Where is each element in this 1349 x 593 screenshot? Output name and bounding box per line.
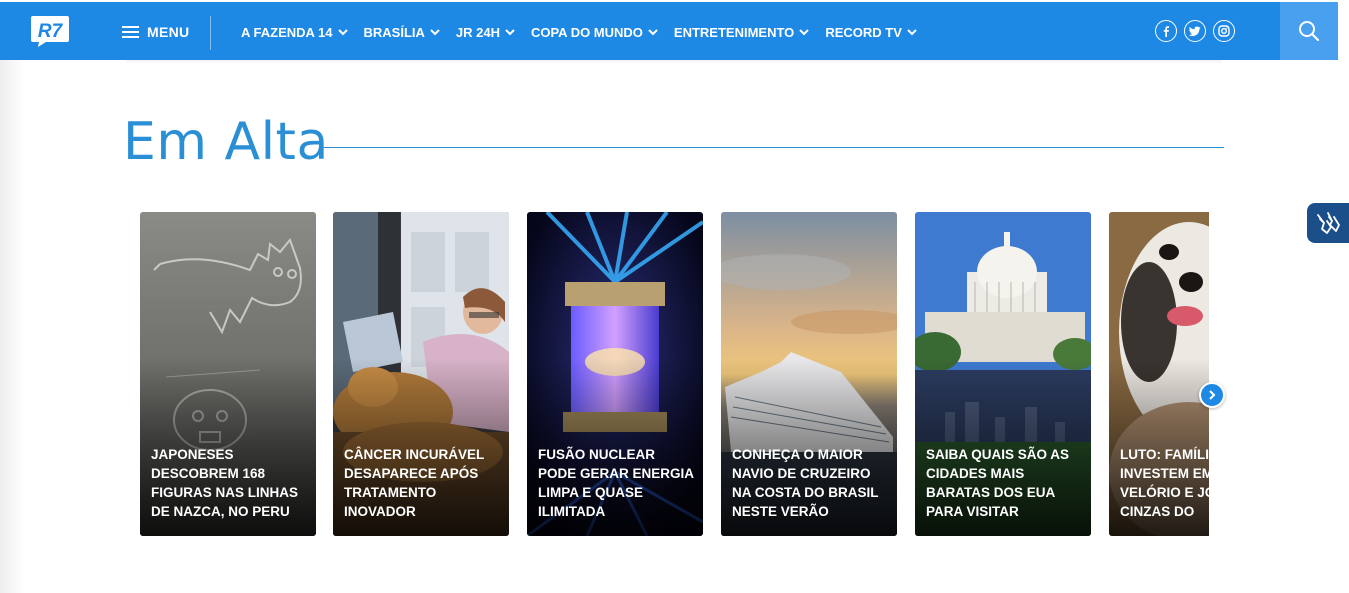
nav-item-label: RECORD TV: [825, 24, 902, 40]
sign-language-hands-icon: [1317, 212, 1340, 234]
nav-item-label: COPA DO MUNDO: [530, 24, 643, 40]
news-card-cancer[interactable]: CÂNCER INCURÁVEL DESAPARECE APÓS TRATAME…: [333, 212, 509, 536]
card-caption: SAIBA QUAIS SÃO AS CIDADES MAIS BARATAS …: [926, 447, 1070, 519]
search-button[interactable]: [1280, 2, 1338, 60]
card-caption: FUSÃO NUCLEAR PODE GERAR ENERGIA LIMPA E…: [538, 447, 694, 519]
card-caption: CONHEÇA O MAIOR NAVIO DE CRUZEIRO NA COS…: [732, 447, 879, 519]
news-card-luto[interactable]: LUTO: FAMÍLIA INVESTEM EM VELÓRIO E JOIA…: [1109, 212, 1209, 536]
search-icon: [1299, 21, 1320, 42]
card-caption: JAPONESES DESCOBREM 168 FIGURAS NAS LINH…: [151, 447, 299, 519]
hamburger-icon: [122, 26, 139, 38]
card-caption: CÂNCER INCURÁVEL DESAPARECE APÓS TRATAME…: [344, 447, 485, 519]
news-card-cruise[interactable]: CONHEÇA O MAIOR NAVIO DE CRUZEIRO NA COS…: [721, 212, 897, 536]
chevron-down-icon: [648, 28, 658, 35]
twitter-icon: [1189, 26, 1201, 37]
page-left-shade: [0, 60, 24, 593]
social-links: [1155, 20, 1242, 42]
carousel-next-button[interactable]: [1199, 382, 1225, 408]
menu-button[interactable]: MENU: [122, 19, 189, 45]
logo-text: R7: [38, 21, 64, 42]
nav-item-label: BRASÍLIA: [363, 24, 425, 40]
instagram-button[interactable]: [1213, 20, 1235, 42]
nav-divider: [210, 16, 211, 50]
header-shadow-strip: [126, 60, 1222, 64]
chevron-down-icon: [799, 28, 810, 35]
chevron-down-icon: [907, 28, 917, 35]
menu-label: MENU: [147, 24, 190, 40]
news-card-usa-cities[interactable]: SAIBA QUAIS SÃO AS CIDADES MAIS BARATAS …: [915, 212, 1091, 536]
trending-carousel: JAPONESES DESCOBREM 168 FIGURAS NAS LINH…: [140, 212, 1209, 537]
nav-item-label: A FAZENDA 14: [241, 24, 333, 40]
chevron-down-icon: [505, 28, 515, 35]
card-caption: LUTO: FAMÍLIA INVESTEM EM VELÓRIO E JOIA…: [1120, 447, 1209, 519]
main-nav: A FAZENDA 14 BRASÍLIA JR 24H COPA DO MUN…: [241, 19, 933, 45]
header-right-gap: [1338, 0, 1349, 60]
accessibility-sign-language-button[interactable]: [1307, 203, 1349, 243]
news-card-nazca[interactable]: JAPONESES DESCOBREM 168 FIGURAS NAS LINH…: [140, 212, 316, 536]
chevron-down-icon: [337, 28, 348, 35]
chevron-down-icon: [430, 28, 440, 35]
nav-item-label: ENTRETENIMENTO: [673, 24, 795, 40]
nav-item-record-tv[interactable]: RECORD TV: [825, 25, 917, 40]
facebook-icon: [1163, 26, 1169, 37]
facebook-button[interactable]: [1155, 20, 1177, 42]
news-card-fusion[interactable]: FUSÃO NUCLEAR PODE GERAR ENERGIA LIMPA E…: [527, 212, 703, 536]
nav-item-brasilia[interactable]: BRASÍLIA: [364, 25, 440, 40]
nav-item-a-fazenda-14[interactable]: A FAZENDA 14: [241, 25, 348, 40]
top-navigation-bar: R7 MENU A FAZENDA 14 BRASÍLIA JR 24H COP…: [0, 2, 1338, 60]
instagram-icon: [1218, 25, 1230, 37]
chevron-right-icon: [1209, 390, 1216, 400]
r7-logo[interactable]: R7: [30, 14, 70, 48]
nav-item-copa-do-mundo[interactable]: COPA DO MUNDO: [531, 25, 658, 40]
section-title-rule: [322, 147, 1224, 148]
nav-item-label: JR 24H: [455, 24, 500, 40]
section-title: Em Alta: [123, 112, 329, 172]
nav-item-entretenimento[interactable]: ENTRETENIMENTO: [673, 24, 810, 40]
nav-item-jr-24h[interactable]: JR 24H: [456, 25, 515, 40]
twitter-button[interactable]: [1184, 20, 1206, 42]
